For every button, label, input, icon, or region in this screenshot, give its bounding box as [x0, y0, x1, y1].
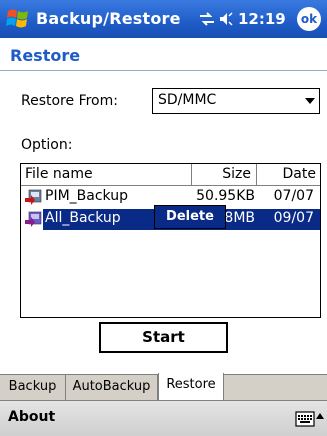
page-title: Restore: [10, 46, 81, 65]
chevron-down-icon[interactable]: [305, 98, 315, 104]
tab-autobackup[interactable]: AutoBackup: [66, 375, 158, 400]
connectivity-icon[interactable]: [198, 11, 216, 27]
ok-button[interactable]: ok: [297, 7, 321, 31]
file-name: PIM_Backup: [45, 188, 128, 204]
tab-restore[interactable]: Restore: [158, 373, 224, 400]
menu-bar: About: [0, 400, 327, 436]
column-header-size[interactable]: Size: [192, 164, 257, 186]
column-header-file-name[interactable]: File name: [21, 164, 192, 186]
clock[interactable]: 12:19: [238, 10, 286, 28]
file-name: All_Backup: [45, 210, 121, 226]
file-size: 50.95KB: [196, 188, 255, 204]
list-header: File name Size Date: [21, 164, 320, 186]
file-date: 07/07: [273, 188, 314, 204]
restore-from-dropdown[interactable]: SD/MMC: [152, 88, 320, 114]
option-label: Option:: [21, 137, 73, 153]
about-menu[interactable]: About: [8, 409, 55, 425]
chevron-up-icon[interactable]: [316, 413, 324, 419]
divider: [0, 70, 327, 71]
volume-icon[interactable]: [218, 10, 234, 28]
column-header-date[interactable]: Date: [257, 164, 320, 186]
tab-bar: Backup AutoBackup Restore: [0, 373, 327, 400]
start-menu-icon[interactable]: [5, 6, 31, 32]
context-menu-delete[interactable]: Delete: [154, 205, 226, 229]
all-backup-icon: [25, 211, 42, 227]
backup-list[interactable]: File name Size Date PIM_Backup 50.95KB 0…: [20, 163, 321, 318]
file-date: 09/07: [273, 210, 314, 226]
tab-backup[interactable]: Backup: [0, 375, 66, 400]
start-button[interactable]: Start: [99, 322, 228, 353]
restore-from-value: SD/MMC: [158, 92, 217, 108]
keyboard-icon[interactable]: [295, 411, 315, 427]
restore-from-label: Restore From:: [21, 93, 118, 109]
title-bar: Backup/Restore 12:19 ok: [0, 0, 327, 38]
window-title: Backup/Restore: [36, 9, 181, 28]
pim-backup-icon: [25, 189, 42, 205]
